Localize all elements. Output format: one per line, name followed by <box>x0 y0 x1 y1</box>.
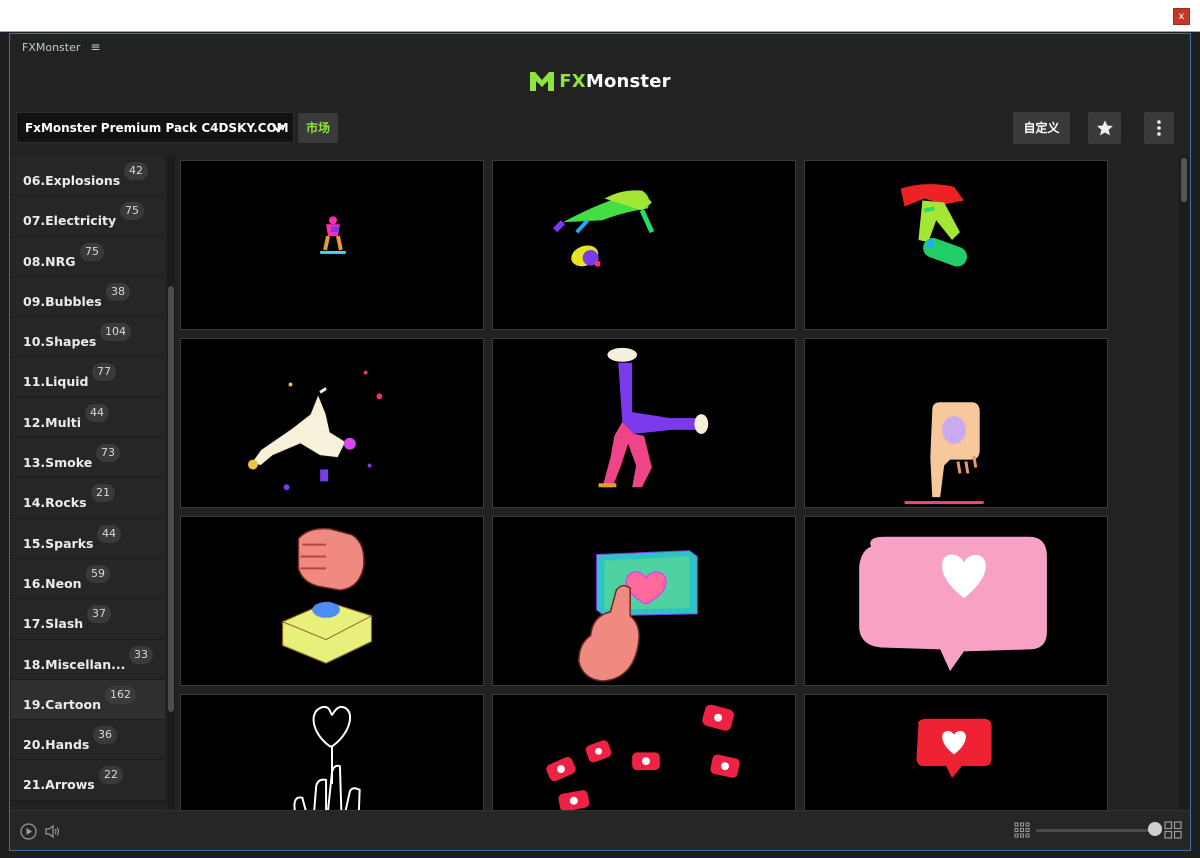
sidebar-category-item[interactable]: 19.Cartoon 162 <box>11 679 165 721</box>
zoom-slider-knob[interactable] <box>1148 822 1162 836</box>
sidebar-category-item[interactable]: 16.Neon 59 <box>11 558 165 600</box>
category-label: 18.Miscellan... <box>23 656 126 672</box>
sidebar-category-item[interactable]: 11.Liquid 77 <box>11 357 165 398</box>
small-grid-icon[interactable] <box>1014 822 1030 838</box>
category-label: 16.Neon <box>23 575 82 591</box>
category-label: 11.Liquid <box>23 374 89 390</box>
brand-logo: FXMonster <box>10 70 1190 92</box>
category-count-badge: 75 <box>80 242 104 261</box>
category-label: 06.Explosions <box>23 173 121 188</box>
play-circle-icon[interactable] <box>20 823 37 840</box>
sidebar-category-item[interactable]: 07.Electricity 75 <box>11 196 165 237</box>
thumbnail-skater-board-grab[interactable] <box>804 160 1108 330</box>
category-count-badge: 75 <box>120 202 144 221</box>
category-label: 17.Slash <box>23 616 84 632</box>
bottom-bar <box>10 810 1190 850</box>
thumbnail-fist-press-button[interactable] <box>180 516 484 686</box>
pack-name: FxMonster Premium Pack C4DSKY.COM <box>25 120 289 135</box>
volume-icon[interactable] <box>44 823 61 840</box>
panel-title: FXMonster <box>22 40 81 54</box>
category-label: 14.Rocks <box>23 495 87 511</box>
category-sidebar: 06.Explosions 42 07.Electricity 75 08.NRG 75 0… <box>11 156 165 810</box>
pack-dropdown[interactable]: FxMonster Premium Pack C4DSKY.COM <box>16 112 294 143</box>
thumbnail-handstand-dancer[interactable] <box>492 338 796 508</box>
thumbnail-heart-speech-bubble[interactable] <box>804 516 1108 686</box>
sidebar-category-item[interactable]: 14.Rocks 21 <box>11 478 165 519</box>
thumbnail-heart-notifications[interactable] <box>492 694 796 810</box>
hamburger-icon[interactable]: ≡ <box>90 40 100 54</box>
sidebar-category-item[interactable]: 18.Miscellan... 33 <box>11 639 165 680</box>
category-count-badge: 38 <box>106 282 130 301</box>
thumbnail-hand-touch-heart-box[interactable] <box>492 516 796 686</box>
grid-scrollbar[interactable] <box>1179 156 1189 810</box>
chevron-down-icon <box>272 124 284 133</box>
thumbnail-breakdancer-freeze[interactable] <box>180 338 484 508</box>
thumbnail-heart-hand-outline[interactable] <box>180 694 484 810</box>
market-button[interactable]: 市场 <box>298 113 338 143</box>
category-count-badge: 44 <box>97 524 121 543</box>
thumbnail-pointing-finger[interactable] <box>804 338 1108 508</box>
category-count-badge: 73 <box>96 444 120 463</box>
category-count-badge: 37 <box>87 605 111 624</box>
category-count-badge: 22 <box>99 766 123 785</box>
zoom-slider-track[interactable] <box>1036 829 1154 832</box>
thumbnail-skater-flip[interactable] <box>492 160 796 330</box>
window-titlebar: x <box>0 0 1200 32</box>
large-grid-icon[interactable] <box>1164 821 1182 839</box>
thumbnail-skater-small[interactable] <box>180 160 484 330</box>
category-label: 15.Sparks <box>23 535 94 551</box>
favorites-button[interactable] <box>1088 112 1121 144</box>
category-label: 20.Hands <box>23 737 90 753</box>
category-label: 09.Bubbles <box>23 293 102 309</box>
close-button[interactable]: x <box>1173 8 1190 25</box>
category-count-badge: 59 <box>86 564 110 583</box>
category-count-badge: 104 <box>100 323 131 342</box>
customize-button[interactable]: 自定义 <box>1013 112 1070 144</box>
category-count-badge: 33 <box>129 645 153 664</box>
category-count-badge: 36 <box>93 726 117 745</box>
sidebar-category-item[interactable]: 13.Smoke 73 <box>11 438 165 479</box>
sidebar-category-item[interactable]: 08.NRG 75 <box>11 236 165 277</box>
toolbar: FxMonster Premium Pack C4DSKY.COM 市场 自定义 <box>16 112 1182 144</box>
thumbnail-grid <box>180 160 1110 810</box>
category-label: 13.Smoke <box>23 455 93 471</box>
sidebar-category-item[interactable]: 12.Multi 44 <box>11 397 165 439</box>
sidebar-scrollbar[interactable] <box>167 156 175 810</box>
sidebar-category-item[interactable]: 17.Slash 37 <box>11 599 165 640</box>
more-vertical-icon <box>1157 120 1161 136</box>
category-label: 21.Arrows <box>23 777 95 793</box>
star-icon <box>1096 120 1113 136</box>
sidebar-scroll-thumb[interactable] <box>168 286 174 712</box>
category-count-badge: 44 <box>85 403 109 422</box>
category-label: 10.Shapes <box>23 334 97 350</box>
grid-scroll-thumb[interactable] <box>1181 158 1187 202</box>
monster-logo-icon <box>530 72 555 91</box>
thumbnail-heart-like-bubble[interactable] <box>804 694 1108 810</box>
category-count-badge: 21 <box>91 484 115 503</box>
sidebar-category-item[interactable]: 09.Bubbles 38 <box>11 276 165 318</box>
brand-name: FXMonster <box>559 70 671 92</box>
category-count-badge: 42 <box>124 162 148 180</box>
sidebar-category-item[interactable]: 06.Explosions 42 <box>11 156 165 197</box>
category-count-badge: 77 <box>92 363 116 382</box>
fxmonster-panel: FXMonster ≡ FXMonster FxMonster Premium … <box>9 33 1191 851</box>
panel-header: FXMonster ≡ <box>22 40 100 54</box>
sidebar-category-item[interactable]: 10.Shapes 104 <box>11 317 165 358</box>
category-label: 12.Multi <box>23 414 82 430</box>
category-label: 08.NRG <box>23 253 76 269</box>
sidebar-category-item[interactable]: 21.Arrows 22 <box>11 760 165 801</box>
category-label: 19.Cartoon <box>23 696 101 712</box>
category-label: 07.Electricity <box>23 213 117 229</box>
category-count-badge: 162 <box>105 685 136 704</box>
more-options-button[interactable] <box>1144 112 1174 144</box>
sidebar-category-item[interactable]: 20.Hands 36 <box>11 720 165 761</box>
sidebar-category-item[interactable]: 15.Sparks 44 <box>11 518 165 559</box>
